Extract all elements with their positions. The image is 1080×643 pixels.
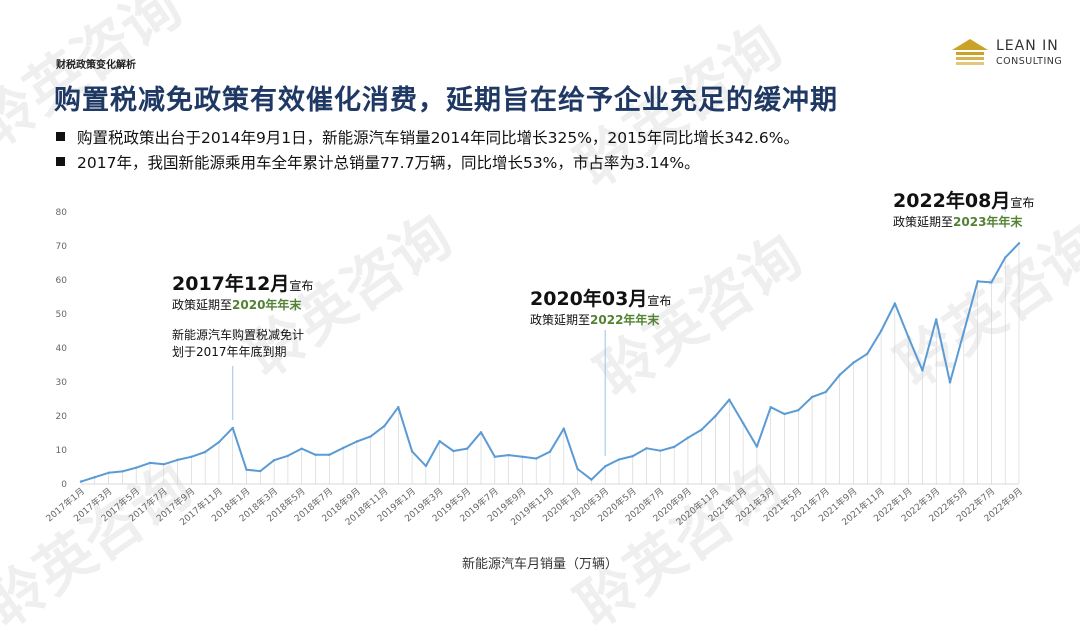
data-point [410,450,414,453]
data-point [176,458,179,462]
data-point [700,428,703,431]
annotation-2017-12: 2017年12月宣布 政策延期至2020年年末 新能源汽车购置税减免计 划于20… [172,269,313,361]
annotation-2020-03: 2020年03月宣布 政策延期至2022年年末 [530,284,671,328]
data-point [741,421,745,425]
y-tick-label: 40 [56,344,68,354]
data-point [383,424,386,428]
data-point [369,435,372,438]
data-point [93,476,96,479]
data-point [148,461,152,465]
annotation-text: 政策延期至2022年年末 [530,313,660,327]
data-point [231,426,234,430]
annotation-2022-08: 2022年08月宣布 政策延期至2023年年末 [893,186,1034,230]
data-point [79,480,83,483]
data-point [452,449,455,453]
data-point [948,381,952,384]
data-point [659,449,662,452]
data-point [521,455,524,458]
annotation-text: 政策延期至2023年年末 [893,215,1023,229]
data-point [852,361,855,364]
data-point [893,302,897,305]
data-point [907,336,910,339]
data-point [797,409,800,412]
data-point [548,450,552,453]
data-point [755,445,759,448]
data-point [617,458,621,461]
data-point [479,431,483,434]
data-point [810,395,814,399]
data-point [438,439,441,443]
data-point [190,455,193,458]
data-point [217,440,221,444]
data-point [493,455,497,458]
data-point [590,478,593,481]
annotation-text: 政策延期至2020年年末 [172,298,302,312]
y-tick-label: 80 [56,208,68,218]
data-point [162,463,165,466]
data-point [121,470,124,473]
data-point [314,453,317,456]
data-point [259,469,262,473]
annotation-title: 2017年12月宣布 [172,273,314,295]
data-point [921,369,924,372]
data-point [107,471,110,474]
data-point [134,466,138,469]
annotation-title: 2020年03月宣布 [530,288,672,310]
data-point [879,329,883,333]
data-point [672,445,676,449]
x-axis-title: 新能源汽车月销量（万辆） [461,557,618,572]
data-point [838,373,841,377]
y-tick-label: 50 [56,310,68,320]
data-point [645,447,648,450]
data-point [286,454,290,457]
data-point [769,405,772,409]
data-point [466,447,469,450]
data-point [962,330,966,334]
data-point [203,450,207,454]
y-tick-label: 20 [56,412,68,422]
y-tick-label: 60 [56,276,68,286]
y-tick-label: 0 [61,480,67,490]
data-point [300,447,303,450]
annotation-title: 2022年08月宣布 [893,190,1035,212]
data-point [783,412,786,416]
data-point [245,468,248,471]
data-point [576,467,579,471]
data-point [866,352,869,355]
data-point [272,459,276,462]
data-point [562,427,565,430]
data-point [728,398,731,401]
y-tick-label: 30 [56,378,68,388]
data-point [1017,242,1021,245]
data-point [631,454,634,458]
data-point [328,453,331,456]
annotation-note: 新能源汽车购置税减免计 划于2017年年底到期 [172,328,305,359]
data-point [341,446,345,450]
data-point [397,405,400,409]
data-point [976,280,979,283]
data-point [507,453,510,457]
data-point [1004,256,1007,259]
data-point [535,457,538,460]
y-tick-label: 10 [56,446,68,456]
data-point [686,436,690,439]
data-point [603,465,607,468]
data-point [714,414,717,418]
y-tick-label: 70 [56,242,68,252]
data-point [935,318,938,321]
data-point [355,440,359,443]
data-point [990,281,993,284]
data-point [824,390,828,394]
data-point [424,464,428,468]
